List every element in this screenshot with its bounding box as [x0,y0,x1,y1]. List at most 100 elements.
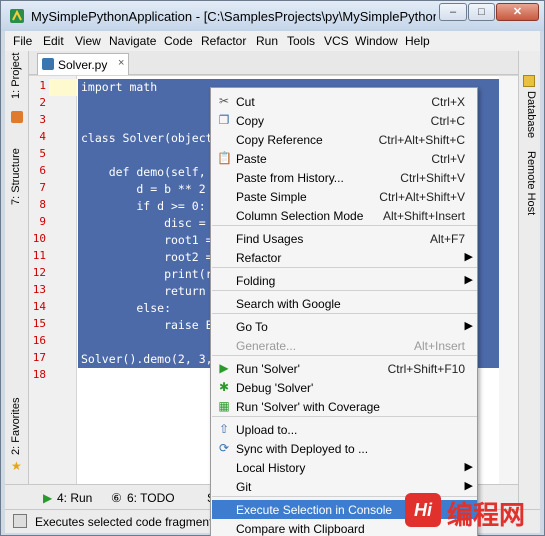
upload-icon: ⇧ [218,422,230,436]
editor-tab-bar: Solver.py × [29,51,518,75]
menu-separator [212,355,477,356]
tab-close-icon[interactable]: × [118,57,124,69]
menu-run[interactable]: Run [256,34,278,48]
menu-item-label: Find Usages [236,232,304,246]
menu-file[interactable]: File [13,34,32,48]
pycharm-app-icon [10,9,24,23]
menu-item-copy-reference[interactable]: Copy Reference Ctrl+Alt+Shift+C [212,130,477,149]
code-line: disc = [81,216,206,230]
code-line: if d >= 0: [81,199,206,213]
paste-icon: 📋 [217,151,232,165]
menu-item-paste-simple[interactable]: Paste Simple Ctrl+Alt+Shift+V [212,187,477,206]
maximize-button[interactable]: □ [468,3,495,21]
code-line: else: [81,301,172,315]
line-number: 8 [39,198,46,211]
line-gutter: 1 2 3 4 5 6 7 8 9 10 11 12 13 14 15 16 17 18 [29,76,77,484]
left-tool-strip: 1: Project 7: Structure 2: Favorites ★ [5,51,29,509]
tab-solver-py[interactable]: Solver.py × [37,53,129,75]
menu-view[interactable]: View [75,34,101,48]
menu-item-generate[interactable]: Generate... Alt+Insert [212,336,477,355]
menu-item-cut[interactable]: ✂ Cut Ctrl+X [212,92,477,111]
menu-help[interactable]: Help [405,34,430,48]
ide-window: MySimplePythonApplication - [C:\SamplesP… [0,0,545,536]
right-tool-strip: Database Remote Host [518,51,540,509]
menu-item-upload-to[interactable]: ⇧ Upload to... [212,420,477,439]
database-tool-button[interactable]: Database [525,91,537,138]
submenu-arrow-icon: ▶ [464,251,473,263]
code-line: root2 = [81,250,213,264]
menu-item-label: Refactor [236,251,282,265]
menu-navigate[interactable]: Navigate [109,34,156,48]
menu-item-run-solver[interactable]: ▶ Run 'Solver' Ctrl+Shift+F10 [212,359,477,378]
menu-item-label: Paste from History... [236,171,344,185]
code-line: d = b ** 2 [81,182,206,196]
scissors-icon: ✂ [218,94,230,108]
line-number: 7 [39,181,46,194]
menu-item-search-with-google[interactable]: Search with Google [212,294,477,313]
line-number: 4 [39,130,46,143]
favorites-star-icon: ★ [11,459,22,473]
python-file-icon [42,58,54,70]
menu-item-shortcut: Ctrl+Alt+Shift+V [379,190,465,204]
menu-vcs[interactable]: VCS [324,34,349,48]
menu-item-paste[interactable]: 📋 Paste Ctrl+V [212,149,477,168]
menu-item-label: Copy [236,114,265,128]
tab-label: Solver.py [58,58,108,72]
menu-item-find-usages[interactable]: Find Usages Alt+F7 [212,229,477,248]
menu-window[interactable]: Window [355,34,398,48]
menu-item-label: Cut [236,95,255,109]
todo-tool-button[interactable]: 6: TODO [127,491,175,505]
project-tool-button[interactable]: 1: Project [10,53,22,99]
menu-separator [212,290,477,291]
structure-tool-button[interactable]: 7: Structure [10,148,22,205]
title-bar[interactable]: MySimplePythonApplication - [C:\SamplesP… [1,1,544,31]
menu-item-paste-from-history[interactable]: Paste from History... Ctrl+Shift+V [212,168,477,187]
window-title: MySimplePythonApplication - [C:\SamplesP… [31,9,436,24]
code-line: print(r [81,267,213,281]
menu-item-refactor[interactable]: Refactor ▶ [212,248,477,267]
menu-item-debug-solver[interactable]: ✱ Debug 'Solver' [212,378,477,397]
status-toggle-icon[interactable] [13,514,27,528]
menu-item-column-selection-mode[interactable]: Column Selection Mode Alt+Shift+Insert [212,206,477,225]
menu-item-label: Execute Selection in Console [236,503,393,517]
menu-item-shortcut: Ctrl+Shift+V [400,171,465,185]
menu-item-copy[interactable]: ❐ Copy Ctrl+C [212,111,477,130]
remote-host-tool-button[interactable]: Remote Host [525,151,537,215]
menu-code[interactable]: Code [164,34,193,48]
line-number: 18 [32,368,46,381]
menu-item-sync-with-deployed-to[interactable]: ⟳ Sync with Deployed to ... [212,439,477,458]
editor-context-menu: ✂ Cut Ctrl+X ❐ Copy Ctrl+C Copy Reference Ctrl+… [210,87,478,536]
menu-item-label: Upload to... [236,423,298,437]
menu-item-label: Local History [236,461,306,475]
menu-edit[interactable]: Edit [43,34,64,48]
run-tool-button[interactable]: 4: Run [57,491,92,505]
menu-item-shortcut: Ctrl+Alt+Shift+C [378,133,465,147]
menu-item-shortcut: Alt+F7 [429,232,465,246]
minimize-button[interactable]: – [439,3,467,21]
menu-item-local-history[interactable]: Local History ▶ [212,458,477,477]
close-button[interactable]: ✕ [496,3,539,21]
menu-item-run-solver-with-coverage[interactable]: ▦ Run 'Solver' with Coverage [212,397,477,416]
database-icon [523,75,535,87]
menu-item-shortcut: Ctrl+V [431,152,465,166]
run-icon: ▶ [219,361,229,375]
menu-item-label: Column Selection Mode [236,209,364,223]
menu-item-folding[interactable]: Folding ▶ [212,271,477,290]
menu-item-label: Generate... [236,339,297,353]
menu-item-shortcut: Alt+Insert [413,339,465,353]
menu-bar: File Edit View Navigate Code Refactor Ru… [5,31,540,51]
line-number: 16 [32,334,46,347]
menu-refactor[interactable]: Refactor [201,34,246,48]
line-number: 13 [32,283,46,296]
line-number: 3 [39,113,46,126]
menu-item-go-to[interactable]: Go To ▶ [212,317,477,336]
line-number: 10 [32,232,46,245]
submenu-arrow-icon: ▶ [464,274,473,286]
line-number: 14 [32,300,46,313]
menu-tools[interactable]: Tools [287,34,315,48]
debug-icon: ✱ [218,380,230,394]
project-icon [11,111,23,123]
current-line-highlight [49,79,77,96]
menu-item-shortcut: Ctrl+X [431,95,465,109]
favorites-tool-button[interactable]: 2: Favorites [10,398,22,455]
